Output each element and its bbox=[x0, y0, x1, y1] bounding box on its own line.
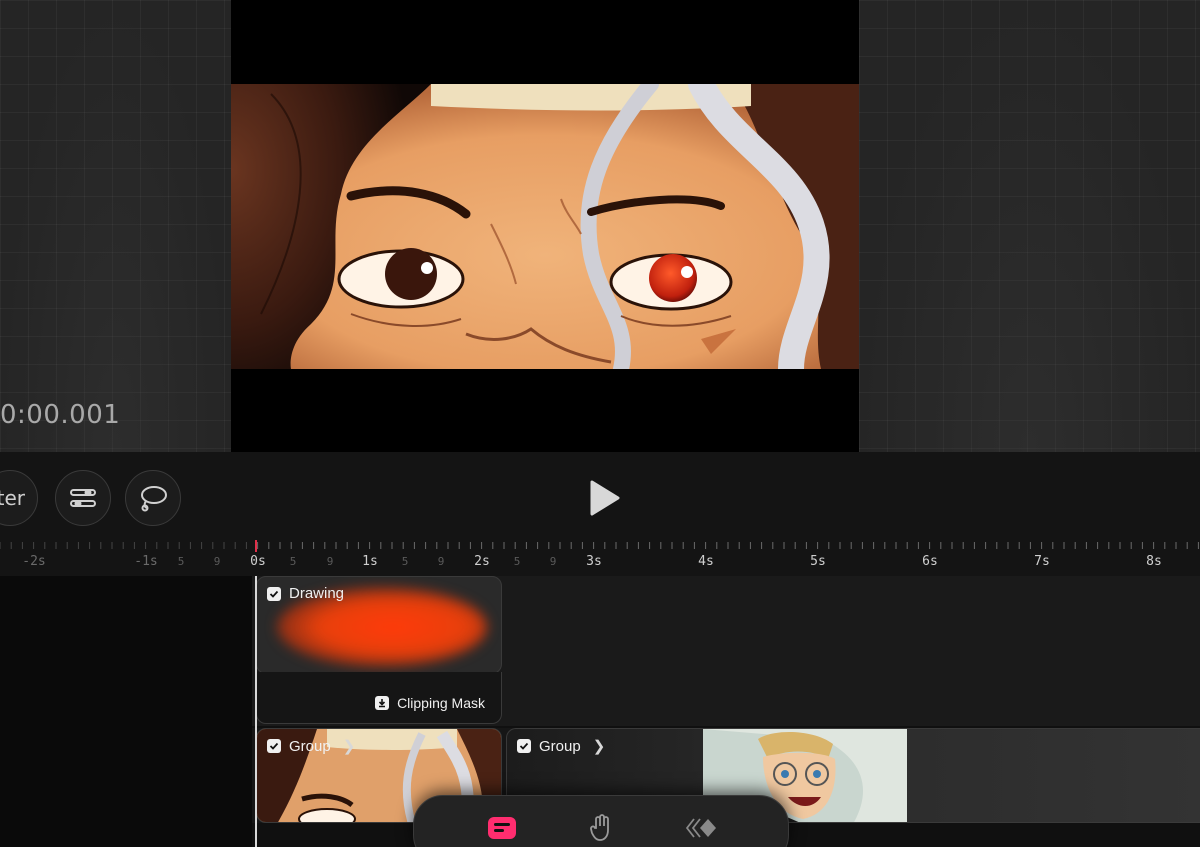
ruler-label: 2s bbox=[474, 554, 490, 569]
drawing-visibility-checkbox[interactable] bbox=[267, 586, 281, 601]
ruler-frame-label: 9 bbox=[437, 555, 445, 568]
ruler-label: -2s bbox=[22, 554, 46, 569]
chevron-right-icon[interactable]: ❯ bbox=[593, 737, 606, 755]
play-icon[interactable] bbox=[584, 478, 624, 518]
sliders-icon bbox=[70, 489, 96, 507]
check-icon bbox=[519, 742, 529, 750]
timeline-ruler[interactable]: -2s -1s 0s 1s 2s 3s 4s 5s 6s 7s 8s 5 9 5 9 5 9 5 9 bbox=[0, 538, 1200, 576]
ruler-frame-label: 5 bbox=[289, 555, 297, 568]
adjustments-button[interactable] bbox=[55, 470, 111, 526]
timecode: 0:00.001 bbox=[0, 400, 121, 430]
drawing-clip[interactable]: Drawing bbox=[256, 576, 502, 674]
clipping-mask-label: Clipping Mask bbox=[397, 695, 485, 711]
bottom-dock bbox=[413, 795, 789, 847]
ruler-label: 1s bbox=[362, 554, 378, 569]
clipping-mask-clip[interactable]: Clipping Mask bbox=[256, 672, 502, 724]
clipping-mask-icon bbox=[375, 696, 390, 710]
keyframes-button[interactable] bbox=[686, 814, 720, 842]
track-header-area bbox=[0, 576, 252, 847]
check-icon bbox=[269, 590, 279, 598]
filter-button-label: ter bbox=[0, 486, 25, 510]
timeline-icon bbox=[488, 817, 516, 839]
artboard-frame[interactable] bbox=[231, 0, 859, 452]
ruler-label: 6s bbox=[922, 554, 938, 569]
ruler-label: -1s bbox=[134, 554, 158, 569]
ruler-label: 5s bbox=[810, 554, 826, 569]
group-2-label: Group bbox=[539, 737, 581, 755]
ruler-frame-label: 9 bbox=[549, 555, 557, 568]
hand-tool-button[interactable] bbox=[584, 814, 618, 842]
ruler-frame-label: 9 bbox=[326, 555, 334, 568]
chevron-right-icon[interactable]: ❯ bbox=[343, 737, 356, 755]
playback-controls: ter bbox=[0, 452, 1200, 542]
ruler-frame-label: 5 bbox=[513, 555, 521, 568]
ruler-label: 4s bbox=[698, 554, 714, 569]
ruler-label: 0s bbox=[250, 554, 266, 569]
group-1-visibility-checkbox[interactable] bbox=[267, 739, 281, 753]
canvas-grid-right bbox=[859, 0, 1200, 452]
ruler-label: 7s bbox=[1034, 554, 1050, 569]
lasso-button[interactable] bbox=[125, 470, 181, 526]
timeline-button[interactable] bbox=[485, 814, 519, 842]
canvas-viewer[interactable]: 0:00.001 bbox=[0, 0, 1200, 452]
lasso-icon bbox=[141, 486, 167, 512]
ruler-frame-label: 5 bbox=[177, 555, 185, 568]
keyframes-icon bbox=[686, 818, 716, 838]
canvas-grid-left bbox=[0, 0, 231, 452]
ruler-label: 8s bbox=[1146, 554, 1162, 569]
ruler-label: 3s bbox=[586, 554, 602, 569]
artwork-image bbox=[231, 84, 859, 369]
group-1-label: Group bbox=[289, 737, 331, 755]
ruler-frame-label: 9 bbox=[213, 555, 221, 568]
check-icon bbox=[269, 742, 279, 750]
hand-icon bbox=[590, 814, 609, 841]
ruler-frame-label: 5 bbox=[401, 555, 409, 568]
filter-button[interactable]: ter bbox=[0, 470, 38, 526]
group-2-visibility-checkbox[interactable] bbox=[517, 739, 531, 753]
drawing-clip-label: Drawing bbox=[289, 585, 345, 602]
playhead-line[interactable] bbox=[255, 576, 257, 847]
